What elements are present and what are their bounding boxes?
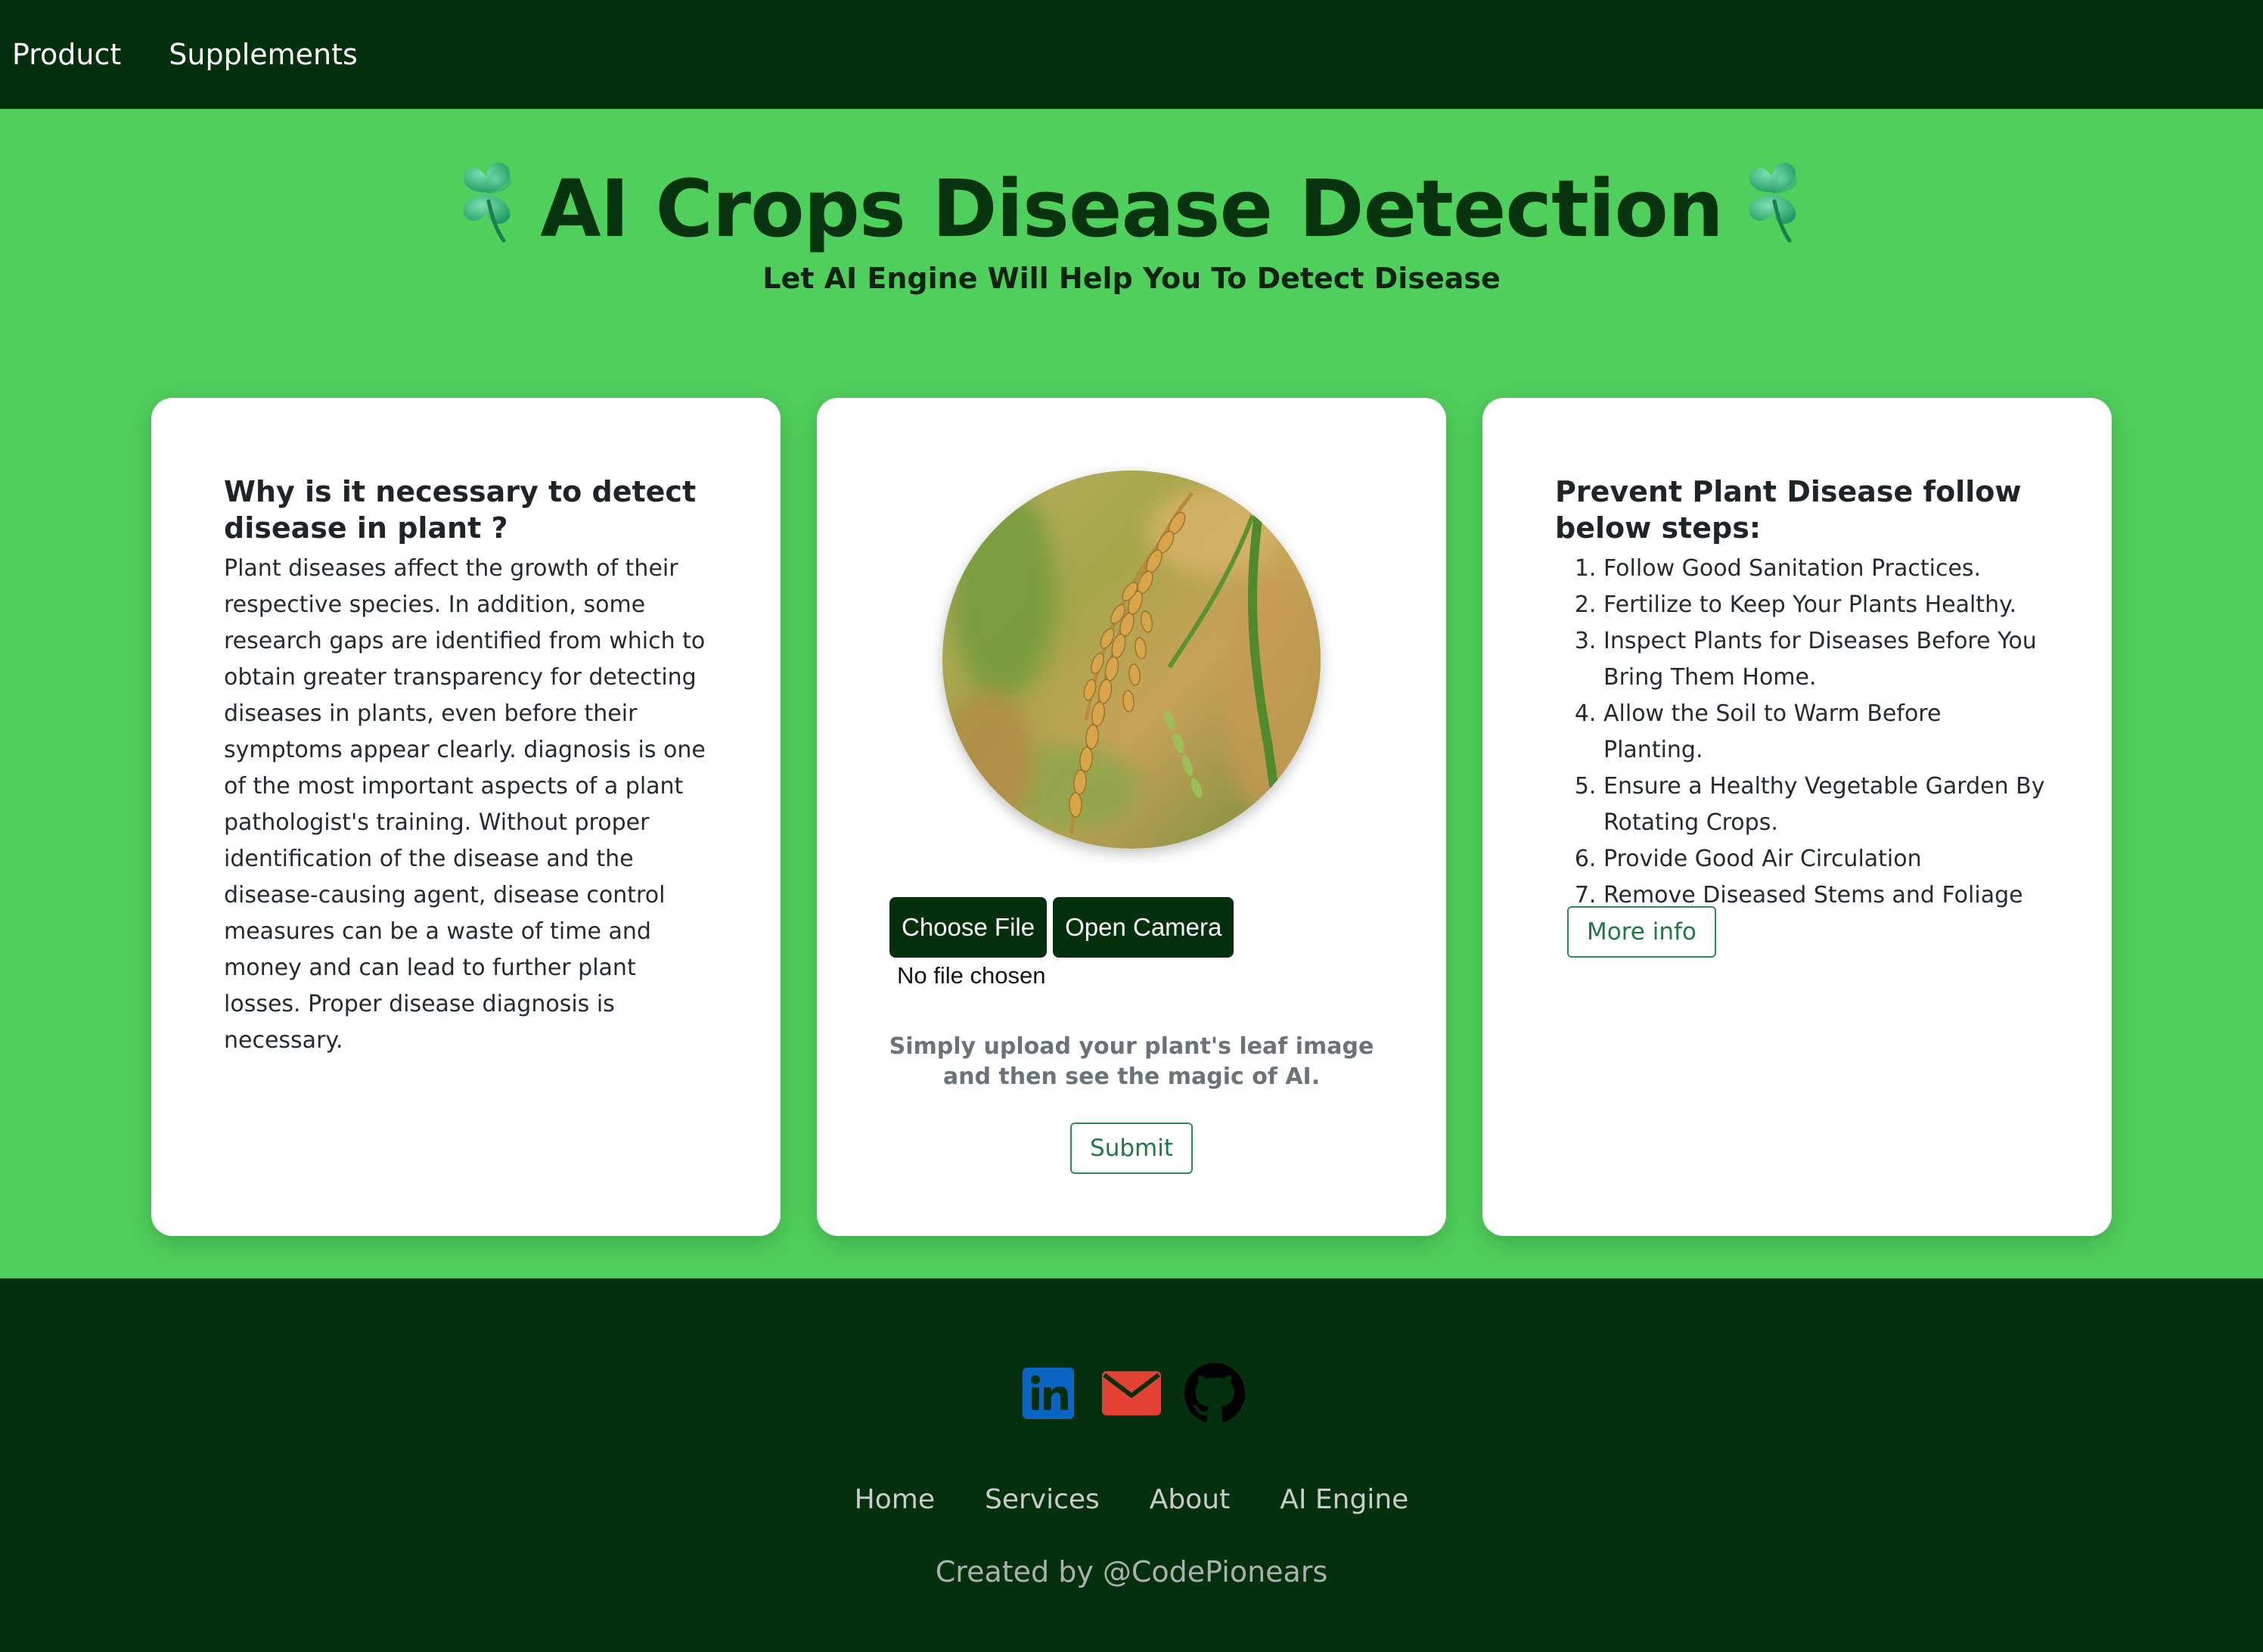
list-item: Inspect Plants for Diseases Before You B… [1603,623,2047,696]
list-item: Provide Good Air Circulation [1603,841,2047,877]
four-leaf-clover-icon [463,163,511,243]
footer: Home Services About AI Engine Created by… [0,1278,2263,1652]
hero-section: AI Crops Disease Detection Let AI Engine… [0,109,2263,1278]
list-item: Allow the Soil to Warm Before Planting. [1603,696,2047,769]
page-title: AI Crops Disease Detection [0,156,2263,262]
footer-link-about[interactable]: About [1150,1484,1230,1515]
why-detect-card: Why is it necessary to detect disease in… [151,398,781,1236]
footer-link-services[interactable]: Services [985,1484,1100,1515]
footer-link-home[interactable]: Home [855,1484,935,1515]
file-input-row: Choose File Open Camera [889,897,1240,958]
footer-credit: Created by @CodePionears [935,1555,1328,1588]
footer-link-ai-engine[interactable]: AI Engine [1280,1484,1408,1515]
prevent-steps-list: Follow Good Sanitation Practices. Fertil… [1555,551,2047,914]
why-detect-body: Plant diseases affect the growth of thei… [224,555,706,1054]
page-title-text: AI Crops Disease Detection [540,163,1724,255]
social-links [0,1363,2263,1424]
list-item: Follow Good Sanitation Practices. [1603,551,2047,587]
mail-icon[interactable] [1101,1363,1162,1424]
more-info-button[interactable]: More info [1567,906,1716,958]
open-camera-button[interactable]: Open Camera [1053,897,1234,958]
four-leaf-clover-icon [1749,163,1797,243]
nav-link-supplements[interactable]: Supplements [169,38,358,71]
prevent-disease-card: Prevent Plant Disease follow below steps… [1482,398,2112,1236]
footer-links: Home Services About AI Engine [0,1484,2263,1515]
github-icon[interactable] [1184,1363,1245,1424]
upload-hint: Simply upload your plant's leaf image an… [889,1033,1374,1090]
page-subtitle: Let AI Engine Will Help You To Detect Di… [762,262,1501,295]
choose-file-button[interactable]: Choose File [889,897,1048,958]
nav-link-product[interactable]: Product [12,38,121,71]
linkedin-icon[interactable] [1018,1363,1079,1424]
why-detect-heading: Why is it necessary to detect disease in… [224,475,697,545]
rice-plant-image [942,470,1321,849]
upload-card: Choose File Open Camera No file chosen S… [817,398,1446,1236]
prevent-disease-heading: Prevent Plant Disease follow below steps… [1555,475,2022,545]
list-item: Fertilize to Keep Your Plants Healthy. [1603,587,2047,623]
file-status-text: No file chosen [897,962,1046,989]
top-navbar: Product Supplements [0,0,2263,109]
list-item: Ensure a Healthy Vegetable Garden By Rot… [1603,769,2047,841]
submit-button[interactable]: Submit [1070,1123,1193,1174]
